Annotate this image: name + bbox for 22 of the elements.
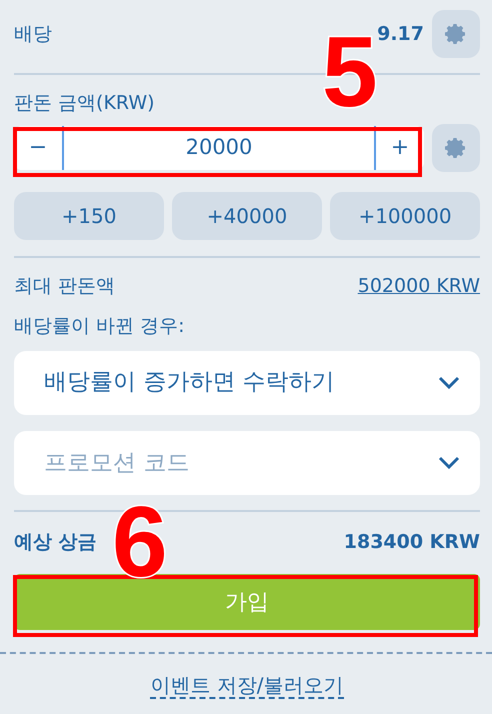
step-number: 5	[322, 22, 378, 122]
promo-code-field[interactable]: 프로모션 코드	[14, 430, 480, 495]
settings-icon	[444, 22, 468, 46]
chevron-down-icon	[438, 456, 460, 470]
stake-label: 판돈 금액(KRW)	[14, 91, 156, 116]
settings-icon	[444, 136, 468, 160]
quick-amount-button[interactable]: +40000	[172, 192, 322, 240]
max-stake-label: 최대 판돈액	[14, 274, 116, 299]
odds-value: 9.17	[377, 22, 424, 47]
max-stake-link[interactable]: 502000 KRW	[358, 272, 480, 300]
save-load-link[interactable]: 이벤트 저장/불러오기	[150, 673, 344, 700]
potential-win-label: 예상 상금	[14, 530, 97, 555]
quick-amount-button[interactable]: +150	[14, 192, 164, 240]
odds-change-label: 배당률이 바뀐 경우:	[14, 314, 186, 340]
quick-amount-button[interactable]: +100000	[330, 192, 480, 240]
potential-win-value: 183400 KRW	[344, 530, 480, 555]
odds-label: 배당	[14, 22, 52, 47]
settings-button[interactable]	[432, 124, 480, 172]
settings-button[interactable]	[432, 10, 480, 58]
stake-input[interactable]: 20000	[62, 126, 376, 170]
chevron-down-icon	[438, 376, 460, 390]
odds-change-dropdown[interactable]: 배당률이 증가하면 수락하기	[14, 350, 480, 415]
